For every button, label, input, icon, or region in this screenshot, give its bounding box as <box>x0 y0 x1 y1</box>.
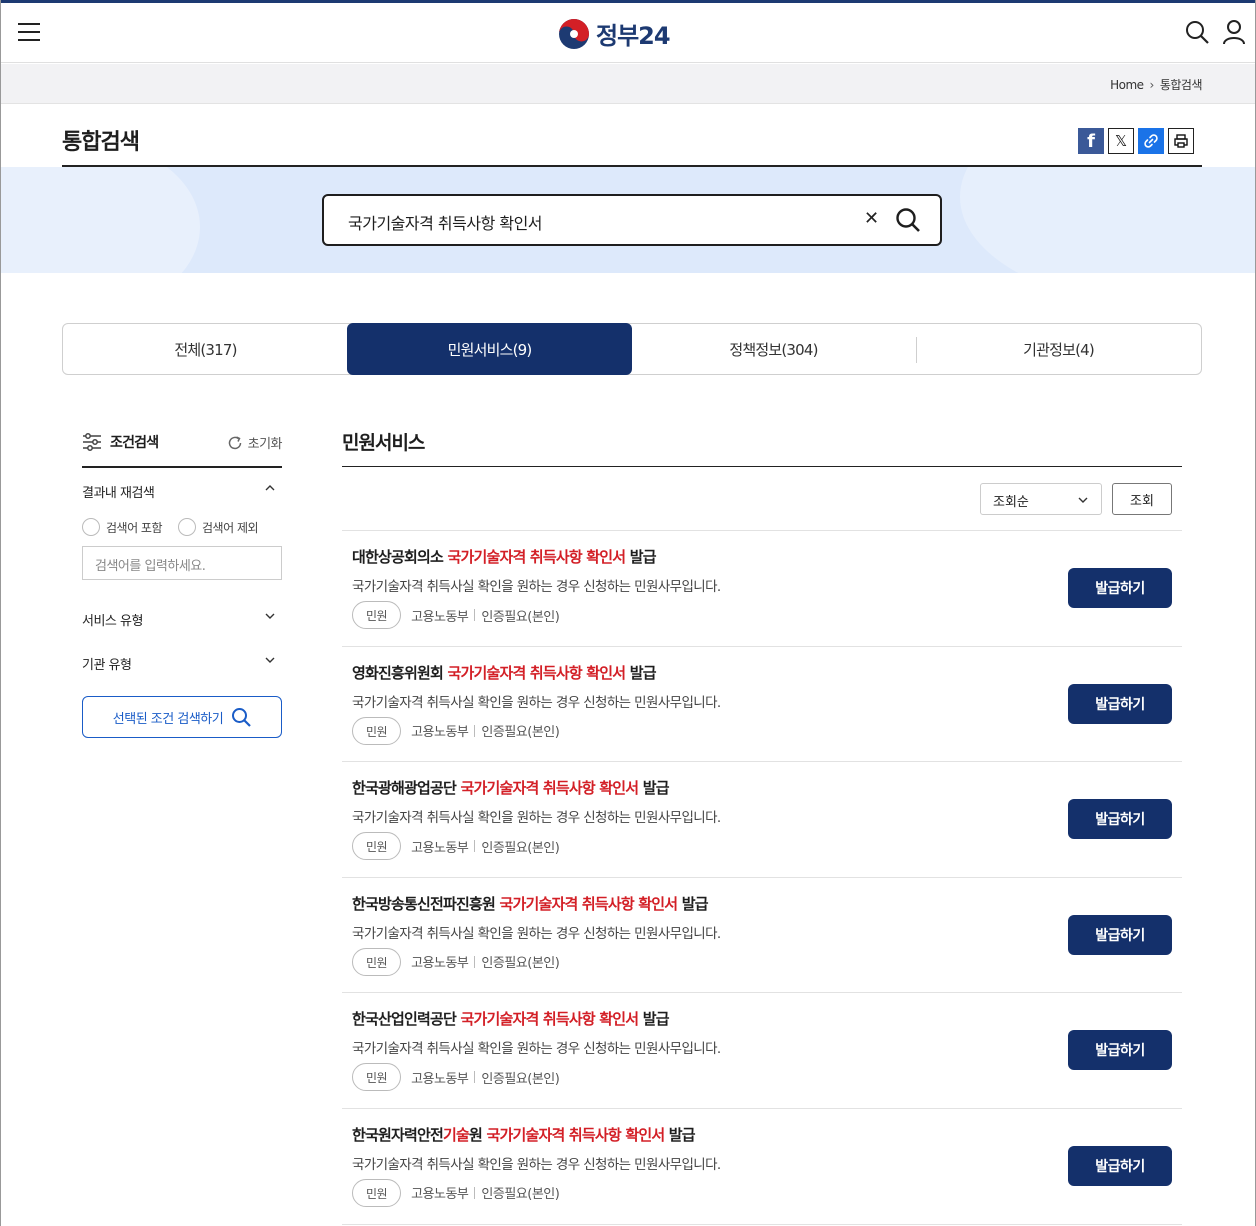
taegeuk-logo-icon <box>559 18 589 49</box>
page-title: 통합검색 <box>62 130 140 155</box>
site-logo[interactable]: 정부24 <box>558 16 671 51</box>
item-auth: 인증필요(본인) <box>481 1187 560 1203</box>
research-input[interactable]: 검색어를 입력하세요. <box>82 546 282 580</box>
section-title: 민원서비스 <box>342 432 425 454</box>
item-meta: 민원 고용노동부 인증필요(본인) <box>352 947 560 976</box>
item-description: 국가기술자격 취득사실 확인을 원하는 경우 신청하는 민원사무입니다. <box>352 810 721 827</box>
item-description: 국가기술자격 취득사실 확인을 원하는 경우 신청하는 민원사무입니다. <box>352 694 721 711</box>
list-item: 영화진흥위원회 국가기술자격 취득사항 확인서 발급 국가기술자격 취득사실 확… <box>342 647 1182 763</box>
radio-include-keyword[interactable]: 검색어 포함 <box>82 518 163 536</box>
category-tag: 민원 <box>352 601 402 629</box>
search-input-value[interactable]: 국가기술자격 취득사항 확인서 <box>348 210 543 234</box>
list-item: 한국방송통신전파진흥원 국가기술자격 취득사항 확인서 발급 국가기술자격 취득… <box>342 878 1182 994</box>
category-tag: 민원 <box>352 716 402 745</box>
result-tabs: 전체(317) 민원서비스(9) 정책정보(304) 기관정보(4) <box>62 323 1202 375</box>
item-auth: 인증필요(본인) <box>481 956 560 972</box>
category-tag: 민원 <box>352 1178 402 1207</box>
section-divider <box>342 466 1182 467</box>
print-icon[interactable] <box>1168 128 1194 154</box>
item-description: 국가기술자격 취득사실 확인을 원하는 경우 신청하는 민원사무입니다. <box>352 1041 721 1058</box>
item-dept: 고용노동부 <box>411 956 469 972</box>
chevron-down-icon <box>1078 497 1088 503</box>
item-dept: 고용노동부 <box>411 725 469 741</box>
issue-button[interactable]: 발급하기 <box>1068 568 1172 608</box>
category-tag: 민원 <box>352 832 402 861</box>
tab-all[interactable]: 전체(317) <box>63 324 348 374</box>
issue-button[interactable]: 발급하기 <box>1068 799 1172 840</box>
item-title[interactable]: 한국산업인력공단 국가기술자격 취득사항 확인서 발급 <box>352 1008 670 1029</box>
user-icon[interactable] <box>1221 19 1247 45</box>
issue-button[interactable]: 발급하기 <box>1068 683 1172 724</box>
breadcrumb-bar: Home › 통합검색 <box>0 64 1256 104</box>
breadcrumb-home[interactable]: Home <box>1110 78 1144 92</box>
sidebar-header: 조건검색 초기화 <box>82 424 283 468</box>
item-auth: 인증필요(본인) <box>481 1071 560 1087</box>
search-icon[interactable] <box>1184 19 1210 45</box>
condition-search-button[interactable]: 선택된 조건 검색하기 <box>82 696 282 738</box>
issue-button[interactable]: 발급하기 <box>1068 1145 1172 1186</box>
item-meta: 민원 고용노동부 인증필요(본인) <box>352 601 560 629</box>
item-title[interactable]: 한국광해광업공단 국가기술자격 취득사항 확인서 발급 <box>352 777 670 798</box>
research-radios: 검색어 포함 검색어 제외 <box>82 518 282 536</box>
list-item: 한국산업인력공단 국가기술자격 취득사항 확인서 발급 국가기술자격 취득사실 … <box>342 993 1182 1109</box>
category-tag: 민원 <box>352 947 402 976</box>
org-type-accordion[interactable]: 기관 유형 <box>82 640 282 684</box>
reset-button[interactable]: 초기화 <box>227 433 283 452</box>
chevron-right-icon: › <box>1149 77 1155 92</box>
item-meta: 민원 고용노동부 인증필요(본인) <box>352 716 560 745</box>
item-description: 국가기술자격 취득사실 확인을 원하는 경우 신청하는 민원사무입니다. <box>352 579 721 595</box>
share-buttons: f 𝕏 <box>1078 128 1194 154</box>
list-item: 대한상공회의소 국가기술자격 취득사항 확인서 발급 국가기술자격 취득사실 확… <box>342 531 1182 647</box>
search-icon <box>232 708 251 727</box>
condition-sidebar: 조건검색 초기화 결과내 재검색 검색어 포함 검색어 제외 검색어를 입력하세… <box>82 424 283 738</box>
facebook-share-icon[interactable]: f <box>1078 128 1104 154</box>
item-auth: 인증필요(본인) <box>481 840 560 856</box>
category-tag: 민원 <box>352 1063 402 1092</box>
item-meta: 민원 고용노동부 인증필요(본인) <box>352 832 560 861</box>
link-copy-icon[interactable] <box>1138 128 1164 154</box>
list-item: 한국원자력안전기술원 국가기술자격 취득사항 확인서 발급 국가기술자격 취득사… <box>342 1109 1182 1225</box>
service-type-accordion[interactable]: 서비스 유형 <box>82 596 282 640</box>
search-input[interactable]: 국가기술자격 취득사항 확인서 ✕ <box>322 194 942 246</box>
chevron-down-icon <box>265 657 275 663</box>
sort-select[interactable]: 조회순 <box>980 483 1102 515</box>
x-share-icon[interactable]: 𝕏 <box>1108 128 1134 154</box>
hamburger-menu-icon[interactable] <box>18 23 40 43</box>
item-auth: 인증필요(본인) <box>481 609 560 625</box>
tab-policy[interactable]: 정책정보(304) <box>631 324 916 374</box>
item-title[interactable]: 영화진흥위원회 국가기술자격 취득사항 확인서 발급 <box>352 662 657 683</box>
item-title[interactable]: 한국원자력안전기술원 국가기술자격 취득사항 확인서 발급 <box>352 1124 696 1145</box>
filter-icon <box>83 433 101 451</box>
item-title[interactable]: 한국방송통신전파진흥원 국가기술자격 취득사항 확인서 발급 <box>352 893 709 914</box>
item-dept: 고용노동부 <box>411 609 469 625</box>
breadcrumb: Home › 통합검색 <box>1110 76 1202 93</box>
item-auth: 인증필요(본인) <box>481 725 560 741</box>
condition-search-title: 조건검색 <box>82 432 159 452</box>
logo-text: 정부24 <box>596 22 671 50</box>
item-dept: 고용노동부 <box>411 1071 469 1087</box>
item-title[interactable]: 대한상공회의소 국가기술자격 취득사항 확인서 발급 <box>352 546 657 567</box>
item-meta: 민원 고용노동부 인증필요(본인) <box>352 1178 560 1207</box>
tab-civil-service[interactable]: 민원서비스(9) <box>347 323 632 375</box>
clear-icon[interactable]: ✕ <box>864 208 879 229</box>
item-dept: 고용노동부 <box>411 1187 469 1203</box>
search-submit-icon[interactable] <box>894 206 922 234</box>
breadcrumb-current: 통합검색 <box>1159 78 1203 92</box>
refresh-icon <box>228 435 241 449</box>
issue-button[interactable]: 발급하기 <box>1068 914 1172 955</box>
radio-exclude-keyword[interactable]: 검색어 제외 <box>178 518 259 536</box>
tab-agency[interactable]: 기관정보(4) <box>916 324 1201 374</box>
list-item: 한국광해광업공단 국가기술자격 취득사항 확인서 발급 국가기술자격 취득사실 … <box>342 762 1182 878</box>
query-button[interactable]: 조회 <box>1112 483 1172 515</box>
item-description: 국가기술자격 취득사실 확인을 원하는 경우 신청하는 민원사무입니다. <box>352 925 721 942</box>
site-header: 정부24 <box>0 3 1256 63</box>
result-list: 대한상공회의소 국가기술자격 취득사항 확인서 발급 국가기술자격 취득사실 확… <box>342 531 1182 1225</box>
chevron-up-icon <box>265 485 275 491</box>
chevron-down-icon <box>265 613 275 619</box>
item-meta: 민원 고용노동부 인증필요(본인) <box>352 1063 560 1092</box>
issue-button[interactable]: 발급하기 <box>1068 1030 1172 1071</box>
research-accordion[interactable]: 결과내 재검색 <box>82 468 282 512</box>
item-description: 국가기술자격 취득사실 확인을 원하는 경우 신청하는 민원사무입니다. <box>352 1156 721 1173</box>
item-dept: 고용노동부 <box>411 840 469 856</box>
